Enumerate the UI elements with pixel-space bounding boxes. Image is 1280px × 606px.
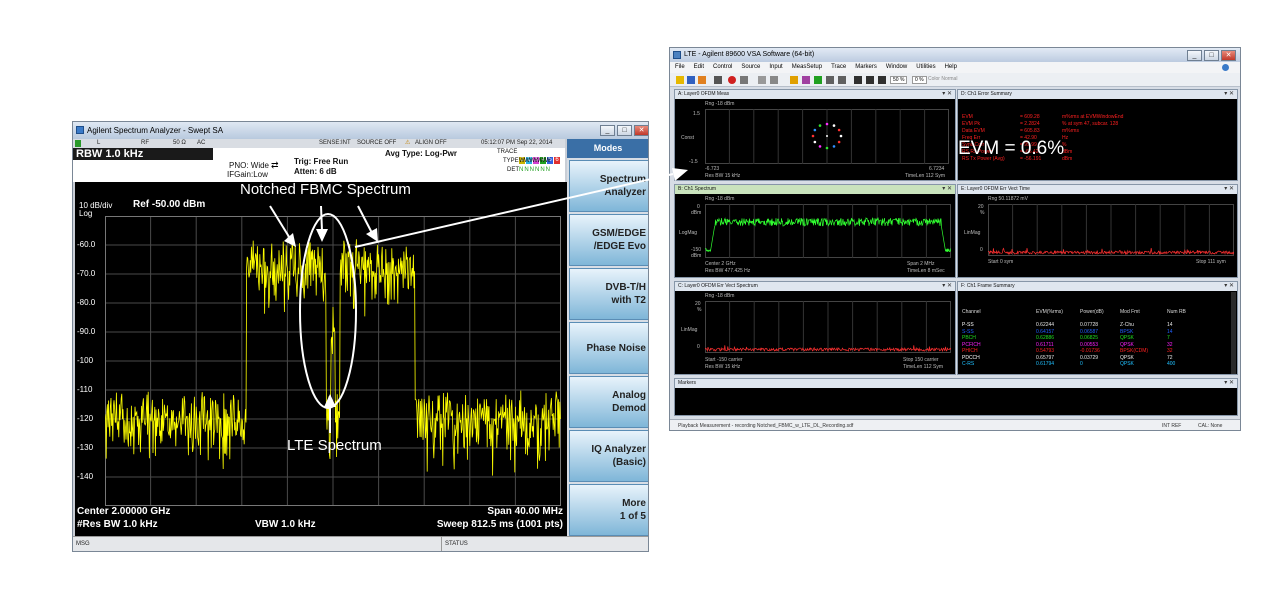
evm-callout-arrowhead — [672, 168, 688, 181]
notched-fbmc-annotation: Notched FBMC Spectrum — [240, 181, 411, 198]
annotation-overlay — [269, 168, 688, 433]
lte-spectrum-annotation: LTE Spectrum — [287, 437, 382, 454]
notched-arrowhead-right — [366, 228, 378, 242]
notched-arrow-right — [357, 205, 373, 234]
lte-highlight-ellipse — [299, 213, 357, 409]
notched-arrowhead-left — [284, 233, 296, 247]
evm-annotation: EVM = 0.6% — [958, 138, 1065, 159]
notched-arrow-left — [269, 205, 292, 241]
lte-arrowhead — [324, 394, 336, 407]
notched-arrow-center — [320, 205, 323, 232]
notched-arrowhead-center — [316, 229, 328, 242]
